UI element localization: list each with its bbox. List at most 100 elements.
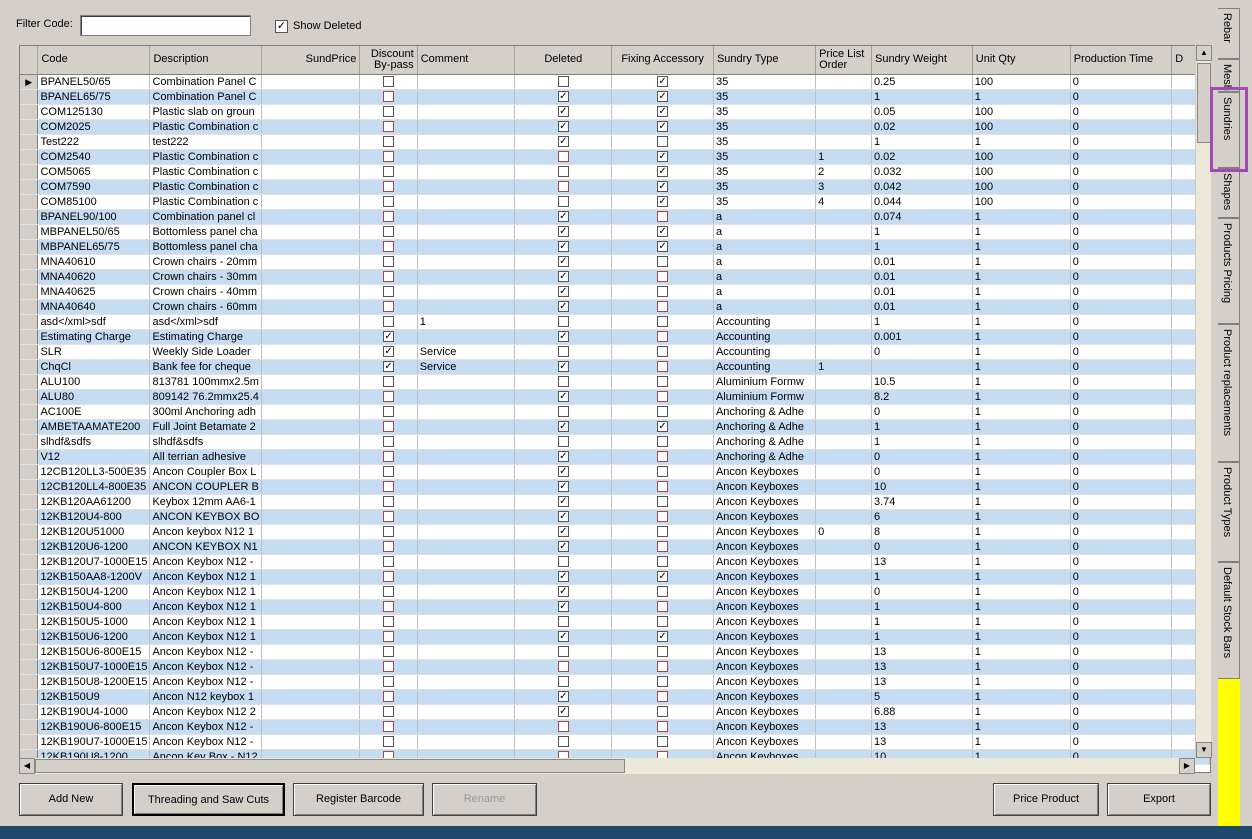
table-cell[interactable] bbox=[815, 584, 872, 600]
table-cell[interactable]: 1 bbox=[972, 599, 1071, 615]
table-cell[interactable]: Ancon Keyboxes bbox=[713, 599, 817, 615]
table-cell[interactable]: 0.01 bbox=[871, 284, 973, 300]
checkbox-cell[interactable] bbox=[359, 599, 418, 615]
cell-checkbox[interactable] bbox=[383, 421, 395, 433]
table-cell[interactable]: Plastic Combination c bbox=[149, 164, 263, 180]
table-row[interactable]: 12KB150U8-1200E15 Ancon Keybox N12 - Ancon… bbox=[20, 674, 1210, 690]
table-cell[interactable] bbox=[417, 479, 516, 495]
table-cell[interactable]: 1 bbox=[972, 419, 1071, 435]
checkbox-cell[interactable] bbox=[514, 314, 613, 330]
table-cell[interactable] bbox=[815, 494, 872, 510]
table-cell[interactable]: Ancon Keybox N12 1 bbox=[149, 629, 263, 645]
checkbox-cell[interactable] bbox=[611, 359, 714, 375]
table-cell[interactable] bbox=[261, 239, 361, 255]
cell-checkbox[interactable]: ✓ bbox=[657, 91, 669, 103]
cell-checkbox[interactable] bbox=[657, 511, 669, 523]
table-cell[interactable] bbox=[417, 149, 516, 165]
cell-checkbox[interactable] bbox=[557, 181, 569, 193]
table-row[interactable]: 12KB120U4-800 ANCON KEYBOX BO ✓ Ancon Keybo… bbox=[20, 509, 1210, 525]
checkbox-cell[interactable]: ✓ bbox=[611, 629, 714, 645]
table-cell[interactable] bbox=[815, 254, 872, 270]
table-cell[interactable]: 0.042 bbox=[871, 179, 973, 195]
checkbox-cell[interactable]: ✓ bbox=[611, 569, 714, 585]
checkbox-cell[interactable] bbox=[359, 149, 418, 165]
cell-checkbox[interactable] bbox=[657, 451, 669, 463]
table-cell[interactable]: Ancon Keybox N12 - bbox=[149, 554, 263, 570]
table-cell[interactable]: 1 bbox=[417, 314, 516, 330]
checkbox-cell[interactable] bbox=[611, 704, 714, 720]
table-cell[interactable]: 0 bbox=[1070, 539, 1173, 555]
table-cell[interactable] bbox=[261, 89, 361, 105]
column-header-7[interactable]: Sundry Type bbox=[713, 46, 817, 75]
table-cell[interactable]: ALU80 bbox=[37, 389, 151, 405]
column-header-10[interactable]: Unit Qty bbox=[972, 46, 1071, 75]
table-cell[interactable]: 1 bbox=[972, 494, 1071, 510]
table-row[interactable]: 12KB150U4-1200 Ancon Keybox N12 1 ✓ Ancon K… bbox=[20, 584, 1210, 600]
table-cell[interactable] bbox=[261, 389, 361, 405]
table-cell[interactable] bbox=[417, 614, 516, 630]
table-cell[interactable]: Ancon Keybox N12 - bbox=[149, 674, 263, 690]
table-cell[interactable]: 1 bbox=[871, 629, 973, 645]
table-cell[interactable]: 0.02 bbox=[871, 119, 973, 135]
table-cell[interactable]: 1 bbox=[972, 224, 1071, 240]
table-row[interactable]: BPANEL90/100 Combination panel cl ✓ a 0.074 1… bbox=[20, 209, 1210, 225]
table-cell[interactable]: 0 bbox=[871, 464, 973, 480]
cell-checkbox[interactable]: ✓ bbox=[557, 91, 569, 103]
table-cell[interactable] bbox=[815, 419, 872, 435]
vertical-scroll-thumb[interactable] bbox=[1197, 63, 1211, 143]
table-cell[interactable] bbox=[417, 464, 516, 480]
table-cell[interactable]: 1 bbox=[972, 389, 1071, 405]
table-cell[interactable] bbox=[417, 629, 516, 645]
table-cell[interactable]: Anchoring & Adhe bbox=[713, 434, 817, 450]
checkbox-cell[interactable]: ✓ bbox=[514, 569, 613, 585]
checkbox-cell[interactable] bbox=[514, 149, 613, 165]
table-cell[interactable]: 1 bbox=[972, 704, 1071, 720]
table-cell[interactable]: Estimating Charge bbox=[149, 329, 263, 345]
table-cell[interactable] bbox=[815, 479, 872, 495]
table-cell[interactable] bbox=[417, 404, 516, 420]
cell-checkbox[interactable] bbox=[557, 346, 569, 358]
tab-product-replacements[interactable]: Product replacements bbox=[1218, 324, 1240, 462]
checkbox-cell[interactable]: ✓ bbox=[514, 524, 613, 540]
table-cell[interactable]: 0 bbox=[1070, 134, 1173, 150]
cell-checkbox[interactable] bbox=[557, 556, 569, 568]
checkbox-cell[interactable]: ✓ bbox=[514, 254, 613, 270]
table-row[interactable]: V12 All terrian adhesive ✓ Anchoring & Adhe… bbox=[20, 449, 1210, 465]
table-cell[interactable]: 0 bbox=[1070, 359, 1173, 375]
table-cell[interactable] bbox=[261, 644, 361, 660]
cell-checkbox[interactable]: ✓ bbox=[657, 571, 669, 583]
table-cell[interactable] bbox=[815, 284, 872, 300]
table-cell[interactable]: Ancon Keyboxes bbox=[713, 464, 817, 480]
table-cell[interactable]: a bbox=[713, 209, 817, 225]
table-cell[interactable]: 2 bbox=[815, 164, 872, 180]
table-cell[interactable] bbox=[261, 194, 361, 210]
table-cell[interactable]: 12KB150U4-1200 bbox=[37, 584, 151, 600]
cell-checkbox[interactable] bbox=[383, 166, 395, 178]
table-cell[interactable]: 0 bbox=[1070, 119, 1173, 135]
row-indicator[interactable] bbox=[20, 629, 39, 645]
checkbox-cell[interactable]: ✓ bbox=[514, 389, 613, 405]
table-cell[interactable]: Ancon Keyboxes bbox=[713, 644, 817, 660]
table-cell[interactable] bbox=[261, 434, 361, 450]
cell-checkbox[interactable]: ✓ bbox=[557, 631, 569, 643]
table-cell[interactable]: 0.01 bbox=[871, 269, 973, 285]
table-cell[interactable] bbox=[815, 314, 872, 330]
table-cell[interactable]: Ancon Coupler Box L bbox=[149, 464, 263, 480]
cell-checkbox[interactable] bbox=[383, 706, 395, 718]
table-cell[interactable]: MBPANEL50/65 bbox=[37, 224, 151, 240]
table-cell[interactable]: Aluminium Formw bbox=[713, 389, 817, 405]
table-cell[interactable]: 12CB120LL3-500E35 bbox=[37, 464, 151, 480]
checkbox-cell[interactable] bbox=[611, 734, 714, 750]
checkbox-cell[interactable] bbox=[359, 479, 418, 495]
table-cell[interactable]: ChqCl bbox=[37, 359, 151, 375]
cell-checkbox[interactable] bbox=[383, 316, 395, 328]
checkbox-cell[interactable] bbox=[611, 509, 714, 525]
table-cell[interactable]: 8 bbox=[871, 524, 973, 540]
table-cell[interactable] bbox=[417, 134, 516, 150]
cell-checkbox[interactable] bbox=[657, 346, 669, 358]
table-cell[interactable]: 0 bbox=[1070, 734, 1173, 750]
cell-checkbox[interactable] bbox=[383, 211, 395, 223]
table-cell[interactable]: Accounting bbox=[713, 359, 817, 375]
table-cell[interactable]: All terrian adhesive bbox=[149, 449, 263, 465]
table-cell[interactable]: 1 bbox=[972, 134, 1071, 150]
